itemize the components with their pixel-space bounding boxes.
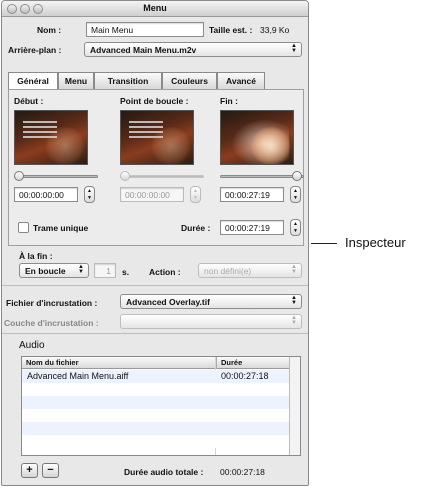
- overlay-file-popup[interactable]: Advanced Overlay.tif ▲ ▼: [120, 294, 302, 309]
- loop-stepper: ▲ ▼: [190, 186, 201, 203]
- overlay-layer-popup: ▲ ▼: [120, 314, 302, 329]
- duration-label: Durée :: [181, 223, 211, 233]
- audio-table: Nom du fichier Durée Advanced Main Menu.…: [21, 356, 301, 456]
- name-field[interactable]: Main Menu: [86, 22, 204, 37]
- audio-filename-cell: Advanced Main Menu.aiff: [27, 371, 129, 381]
- action-popup: non défini(e) ▲ ▼: [198, 263, 302, 278]
- table-row-empty: [22, 409, 290, 422]
- tab-colors[interactable]: Couleurs: [162, 72, 217, 90]
- loop-count-field: 1: [94, 263, 116, 278]
- start-thumbnail: [14, 110, 88, 165]
- loop-timecode-field: 00:00:00:00: [120, 187, 184, 202]
- tab-menu[interactable]: Menu: [58, 72, 94, 90]
- end-label: Fin :: [220, 96, 238, 106]
- background-label: Arrière-plan :: [8, 45, 62, 55]
- overlay-file-label: Fichier d'incrustation :: [6, 298, 98, 308]
- section-divider: [2, 333, 308, 334]
- tab-advanced[interactable]: Avancé: [217, 72, 265, 90]
- start-timecode-field[interactable]: 00:00:00:00: [14, 187, 78, 202]
- loop-thumbnail: [120, 110, 194, 165]
- table-row-empty: [22, 435, 290, 448]
- at-end-label: À la fin :: [19, 251, 53, 261]
- tab-general[interactable]: Général: [8, 72, 58, 90]
- end-slider[interactable]: [220, 171, 304, 181]
- popup-arrows-icon: ▲ ▼: [291, 295, 297, 306]
- table-scrollbar[interactable]: [289, 357, 300, 455]
- duration-stepper[interactable]: ▲ ▼: [290, 219, 301, 236]
- popup-arrows-icon: ▲ ▼: [78, 264, 84, 275]
- end-timecode-field[interactable]: 00:00:27:19: [220, 187, 284, 202]
- background-popup[interactable]: Advanced Main Menu.m2v ▲ ▼: [84, 42, 302, 57]
- start-label: Début :: [14, 96, 44, 106]
- remove-audio-button[interactable]: −: [42, 463, 59, 478]
- inspector-window: Menu Nom : Main Menu Taille est. : 33,9 …: [1, 0, 309, 486]
- overlay-layer-label: Couche d'incrustation :: [4, 318, 99, 328]
- action-label: Action :: [149, 267, 181, 277]
- still-frame-checkbox[interactable]: [18, 222, 29, 233]
- size-label: Taille est. :: [209, 25, 253, 35]
- column-header-duration[interactable]: Durée: [216, 357, 290, 369]
- popup-arrows-icon: ▲ ▼: [291, 264, 297, 275]
- total-audio-duration-label: Durée audio totale :: [124, 467, 204, 477]
- duration-field[interactable]: 00:00:27:19: [220, 220, 284, 235]
- section-divider: [2, 285, 308, 286]
- audio-section-label: Audio: [19, 340, 45, 351]
- end-stepper[interactable]: ▲ ▼: [290, 186, 301, 203]
- window-title: Menu: [143, 3, 167, 13]
- still-frame-label: Trame unique: [33, 223, 89, 233]
- tab-transition[interactable]: Transition: [94, 72, 162, 90]
- total-audio-duration-value: 00:00:27:18: [220, 467, 265, 477]
- title-bar[interactable]: Menu: [2, 1, 308, 17]
- end-thumbnail: [220, 110, 294, 165]
- table-row[interactable]: Advanced Main Menu.aiff 00:00:27:18: [22, 370, 290, 383]
- inspector-callout: Inspecteur: [345, 235, 406, 250]
- start-slider[interactable]: [14, 171, 98, 181]
- size-value: 33,9 Ko: [260, 25, 290, 35]
- add-audio-button[interactable]: +: [21, 463, 38, 478]
- action-value: non défini(e): [204, 266, 252, 276]
- at-end-mode-value: En boucle: [25, 266, 66, 276]
- table-row-empty: [22, 422, 290, 435]
- audio-duration-cell: 00:00:27:18: [221, 371, 269, 381]
- seconds-unit-label: s.: [122, 267, 130, 277]
- background-value: Advanced Main Menu.m2v: [90, 45, 197, 55]
- start-slider-knob[interactable]: [14, 171, 24, 181]
- overlay-file-value: Advanced Overlay.tif: [126, 297, 210, 307]
- loop-point-label: Point de boucle :: [120, 96, 189, 106]
- callout-line: [311, 243, 337, 244]
- popup-arrows-icon: ▲ ▼: [291, 43, 297, 54]
- table-row-empty: [22, 396, 290, 409]
- at-end-mode-popup[interactable]: En boucle ▲ ▼: [19, 263, 89, 278]
- general-panel: Début : Point de boucle : Fin : 00:00:00…: [8, 89, 304, 246]
- name-label: Nom :: [37, 25, 62, 35]
- start-stepper[interactable]: ▲ ▼: [84, 186, 95, 203]
- popup-arrows-icon: ▲ ▼: [291, 315, 297, 326]
- column-header-filename[interactable]: Nom du fichier: [22, 357, 216, 369]
- end-slider-knob[interactable]: [292, 171, 302, 181]
- table-row-empty: [22, 383, 290, 396]
- loop-slider: [120, 171, 204, 181]
